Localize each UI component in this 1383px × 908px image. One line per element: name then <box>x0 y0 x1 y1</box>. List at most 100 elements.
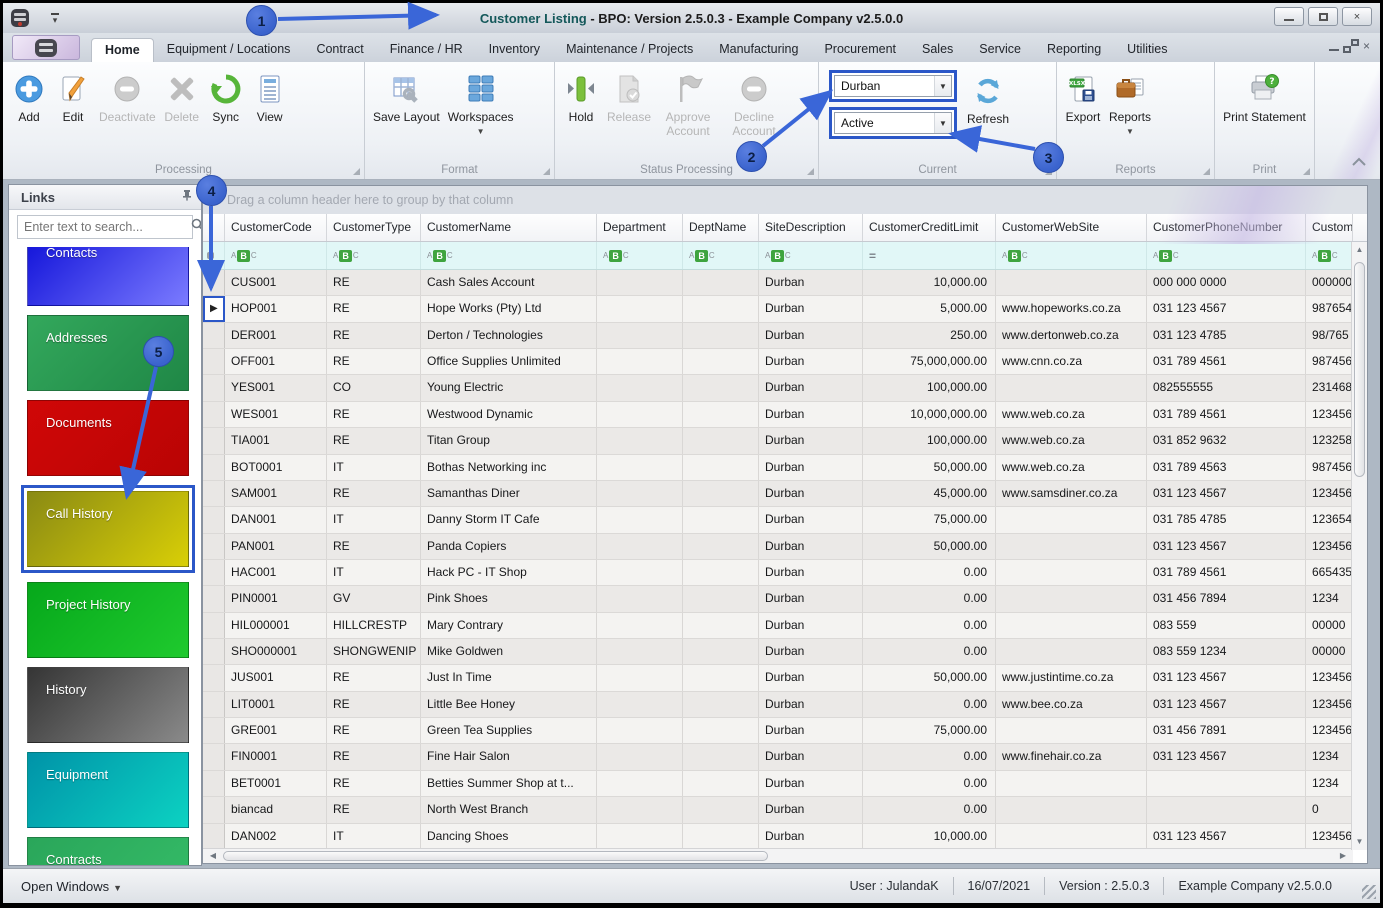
dialog-launcher-icon[interactable] <box>1203 168 1210 175</box>
filter-cell[interactable]: ABC <box>996 242 1147 269</box>
resize-grip[interactable] <box>1362 885 1376 899</box>
column-header-customertype[interactable]: CustomerType <box>327 214 421 241</box>
sidebar-item-documents[interactable]: Documents <box>27 400 189 476</box>
mdi-close-button[interactable]: × <box>1363 40 1370 52</box>
status-dropdown[interactable]: Active ▼ <box>834 112 952 134</box>
tab-inventory[interactable]: Inventory <box>476 38 553 62</box>
table-row[interactable]: biancadRENorth West BranchDurban0.000 <box>203 797 1367 823</box>
maximize-button[interactable] <box>1308 7 1338 26</box>
table-row[interactable]: FIN0001REFine Hair SalonDurban0.00www.fi… <box>203 744 1367 770</box>
dialog-launcher-icon[interactable] <box>1303 168 1310 175</box>
table-row[interactable]: PAN001REPanda CopiersDurban50,000.00031 … <box>203 534 1367 560</box>
edit-button[interactable]: Edit <box>51 68 95 127</box>
vertical-scroll-thumb[interactable] <box>1354 262 1365 477</box>
tab-contract[interactable]: Contract <box>303 38 376 62</box>
table-row[interactable]: SHO000001SHONGWENIPMike GoldwenDurban0.0… <box>203 639 1367 665</box>
table-row[interactable]: SAM001RESamanthas DinerDurban45,000.00ww… <box>203 481 1367 507</box>
filter-cell[interactable]: ABC <box>421 242 597 269</box>
column-header-customerwebsite[interactable]: CustomerWebSite <box>996 214 1147 241</box>
column-header-customerphonenumber[interactable]: CustomerPhoneNumber <box>1147 214 1306 241</box>
chevron-down-icon[interactable]: ▼ <box>934 76 951 96</box>
dialog-launcher-icon[interactable] <box>353 168 360 175</box>
table-row[interactable]: DAN001ITDanny Storm IT CafeDurban75,000.… <box>203 507 1367 533</box>
print-statement-button[interactable]: ? Print Statement <box>1219 68 1310 127</box>
application-menu-button[interactable] <box>12 35 80 60</box>
minimize-button[interactable] <box>1274 7 1304 26</box>
close-button[interactable]: × <box>1342 7 1372 26</box>
search-icon[interactable] <box>185 218 202 236</box>
filter-cell[interactable]: ABC <box>1147 242 1306 269</box>
dialog-launcher-icon[interactable] <box>807 168 814 175</box>
scroll-up-icon[interactable]: ▲ <box>1352 242 1367 258</box>
table-row[interactable]: TIA001RETitan GroupDurban100,000.00www.w… <box>203 428 1367 454</box>
tab-maintenance-projects[interactable]: Maintenance / Projects <box>553 38 706 62</box>
quick-access-toolbar-caret[interactable]: ▾ <box>51 13 59 24</box>
tab-home[interactable]: Home <box>91 38 154 62</box>
column-header-customercode[interactable]: CustomerCode <box>225 214 327 241</box>
column-header-customername[interactable]: CustomerName <box>421 214 597 241</box>
column-header-deptname[interactable]: DeptName <box>683 214 759 241</box>
table-row[interactable]: BET0001REBetties Summer Shop at t...Durb… <box>203 771 1367 797</box>
table-row[interactable]: YES001COYoung ElectricDurban100,000.0008… <box>203 375 1367 401</box>
filter-cell[interactable]: ABC <box>597 242 683 269</box>
tab-manufacturing[interactable]: Manufacturing <box>706 38 811 62</box>
workspaces-button[interactable]: Workspaces ▼ <box>444 68 518 142</box>
pin-icon[interactable] <box>181 188 193 206</box>
scroll-left-icon[interactable]: ◀ <box>205 849 221 863</box>
table-row[interactable]: HIL000001HILLCRESTPMary ContraryDurban0.… <box>203 613 1367 639</box>
column-header-department[interactable]: Department <box>597 214 683 241</box>
scroll-right-icon[interactable]: ▶ <box>1335 849 1351 863</box>
table-row[interactable]: GRE001REGreen Tea SuppliesDurban75,000.0… <box>203 718 1367 744</box>
view-button[interactable]: View <box>248 68 292 127</box>
horizontal-scrollbar[interactable]: ◀ ▶ <box>203 848 1353 863</box>
table-row[interactable]: BOT0001ITBothas Networking incDurban50,0… <box>203 455 1367 481</box>
vertical-scrollbar[interactable]: ▲ ▼ <box>1351 242 1367 850</box>
chevron-down-icon[interactable]: ▼ <box>934 113 951 133</box>
sidebar-item-call-history[interactable]: Call History <box>27 491 189 567</box>
ribbon-collapse-icon[interactable] <box>1352 153 1366 171</box>
sync-button[interactable]: Sync <box>204 68 248 127</box>
table-row[interactable]: OFF001REOffice Supplies UnlimitedDurban7… <box>203 349 1367 375</box>
column-header-sitedescription[interactable]: SiteDescription <box>759 214 863 241</box>
filter-cell[interactable]: ABC <box>1306 242 1353 269</box>
column-header-customerv[interactable]: CustomerV <box>1306 214 1353 241</box>
table-row[interactable]: PIN0001GVPink ShoesDurban0.00031 456 789… <box>203 586 1367 612</box>
add-button[interactable]: Add <box>7 68 51 127</box>
reports-button[interactable]: Reports ▼ <box>1105 68 1155 142</box>
hold-button[interactable]: Hold <box>559 68 603 127</box>
mdi-minimize-button[interactable] <box>1329 41 1339 51</box>
sidebar-item-history[interactable]: History <box>27 667 189 743</box>
save-layout-button[interactable]: Save Layout <box>369 68 444 127</box>
tab-procurement[interactable]: Procurement <box>811 38 909 62</box>
sidebar-item-project-history[interactable]: Project History <box>27 582 189 658</box>
table-row[interactable]: LIT0001RELittle Bee HoneyDurban0.00www.b… <box>203 692 1367 718</box>
tab-reporting[interactable]: Reporting <box>1034 38 1114 62</box>
sidebar-item-equipment[interactable]: Equipment <box>27 752 189 828</box>
horizontal-scroll-thumb[interactable] <box>223 851 768 861</box>
table-row[interactable]: JUS001REJust In TimeDurban50,000.00www.j… <box>203 665 1367 691</box>
table-row[interactable]: ▶HOP001REHope Works (Pty) LtdDurban5,000… <box>203 296 1367 322</box>
filter-cell[interactable]: = <box>863 242 996 269</box>
table-row[interactable]: DAN002ITDancing ShoesDurban10,000.00031 … <box>203 824 1367 850</box>
sidebar-item-contracts[interactable]: Contracts <box>27 837 189 865</box>
scroll-down-icon[interactable]: ▼ <box>1352 834 1367 850</box>
tab-utilities[interactable]: Utilities <box>1114 38 1180 62</box>
open-windows-button[interactable]: Open Windows▼ <box>21 879 122 894</box>
group-by-bar[interactable]: Drag a column header here to group by th… <box>203 186 1367 214</box>
dialog-launcher-icon[interactable] <box>543 168 550 175</box>
filter-cell[interactable]: ABC <box>683 242 759 269</box>
sidebar-item-contacts[interactable]: Contacts <box>27 247 189 306</box>
column-header-customercreditlimit[interactable]: CustomerCreditLimit <box>863 214 996 241</box>
site-dropdown[interactable]: Durban ▼ <box>834 75 952 97</box>
table-row[interactable]: HAC001ITHack PC - IT ShopDurban0.00031 7… <box>203 560 1367 586</box>
tab-equipment-locations[interactable]: Equipment / Locations <box>154 38 304 62</box>
export-button[interactable]: XLSX Export <box>1061 68 1105 127</box>
tab-sales[interactable]: Sales <box>909 38 966 62</box>
search-input[interactable] <box>18 220 185 234</box>
table-row[interactable]: CUS001RECash Sales AccountDurban10,000.0… <box>203 270 1367 296</box>
table-row[interactable]: WES001REWestwood DynamicDurban10,000,000… <box>203 402 1367 428</box>
filter-cell[interactable]: ABC <box>759 242 863 269</box>
refresh-button[interactable]: Refresh <box>963 70 1013 129</box>
tab-service[interactable]: Service <box>966 38 1034 62</box>
table-row[interactable]: DER001REDerton / TechnologiesDurban250.0… <box>203 323 1367 349</box>
